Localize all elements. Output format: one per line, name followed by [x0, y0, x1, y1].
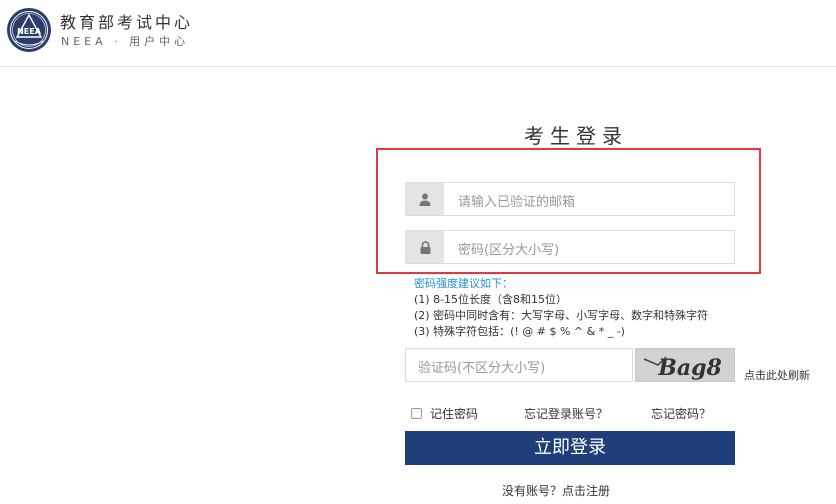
login-title: 考生登录 — [524, 124, 628, 148]
email-placeholder: 请输入已验证的邮箱 — [458, 195, 576, 210]
email-field[interactable]: 请输入已验证的邮箱 — [405, 182, 735, 216]
password-field[interactable]: 密码(区分大小写) — [405, 230, 735, 264]
captcha-image[interactable]: Bag8 — [635, 348, 735, 382]
lock-icon — [406, 231, 444, 263]
tips-line-3: (3) 特殊字符包括：(! @ # $ % ^ & * _ -) — [414, 325, 625, 338]
brand-subtitle: NEEA · 用户中心 — [61, 35, 190, 48]
tips-line-1: (1) 8-15位长度（含8和15位） — [414, 293, 568, 306]
captcha-text: Bag8 — [657, 355, 722, 381]
login-button[interactable]: 立即登录 — [405, 431, 735, 465]
refresh-captcha-link[interactable]: 点击此处刷新 — [744, 367, 810, 383]
tips-heading: 密码强度建议如下： — [414, 277, 513, 290]
captcha-input[interactable]: 验证码(不区分大小写) — [405, 348, 633, 382]
site-header: NEEA 教育部考试中心 NEEA · 用户中心 — [0, 0, 836, 67]
logo-text: NEEA — [17, 27, 42, 36]
user-icon — [406, 183, 444, 215]
remember-label: 记住密码 — [430, 407, 479, 421]
forgot-password-link[interactable]: 忘记密码？ — [651, 405, 711, 422]
password-tips: 密码强度建议如下： (1) 8-15位长度（含8和15位） (2) 密码中同时含… — [414, 276, 708, 340]
remember-checkbox[interactable] — [411, 408, 422, 419]
forgot-account-link[interactable]: 忘记登录账号？ — [524, 405, 608, 422]
brand-title: 教育部考试中心 — [60, 13, 194, 32]
captcha-placeholder: 验证码(不区分大小写) — [418, 361, 546, 376]
neea-logo: NEEA — [7, 8, 51, 52]
tips-line-2: (2) 密码中同时含有：大写字母、小写字母、数字和特殊字符 — [414, 309, 709, 322]
password-placeholder: 密码(区分大小写) — [458, 243, 560, 258]
remember-password[interactable]: 记住密码 — [411, 405, 478, 422]
register-link[interactable]: 没有账号？点击注册 — [502, 482, 610, 499]
